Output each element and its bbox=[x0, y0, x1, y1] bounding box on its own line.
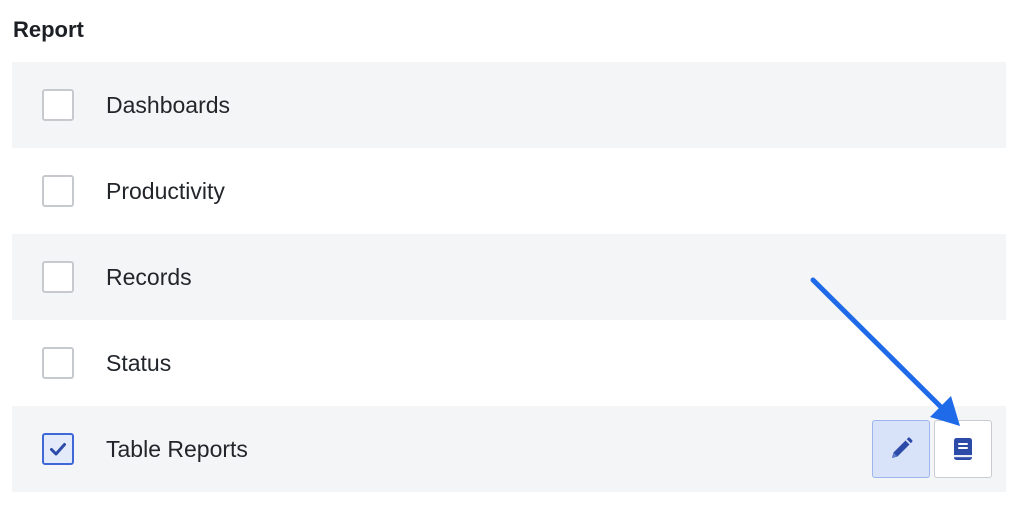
book-icon bbox=[954, 438, 972, 460]
checkbox-productivity[interactable] bbox=[42, 175, 74, 207]
checkbox-status[interactable] bbox=[42, 347, 74, 379]
item-label: Records bbox=[106, 264, 192, 290]
checkbox-records[interactable] bbox=[42, 261, 74, 293]
list-item-status[interactable]: Status bbox=[12, 320, 1006, 406]
section-title: Report bbox=[13, 17, 84, 42]
checkbox-table-reports[interactable] bbox=[42, 433, 74, 465]
report-list: Dashboards Productivity Records Status T… bbox=[12, 62, 1006, 492]
item-label: Productivity bbox=[106, 178, 225, 204]
list-item-dashboards[interactable]: Dashboards bbox=[12, 62, 1006, 148]
list-item-productivity[interactable]: Productivity bbox=[12, 148, 1006, 234]
item-label: Status bbox=[106, 350, 172, 376]
book-button[interactable] bbox=[934, 420, 992, 478]
item-label: Table Reports bbox=[106, 436, 248, 462]
list-item-records[interactable]: Records bbox=[12, 234, 1006, 320]
row-actions bbox=[872, 420, 992, 478]
item-label: Dashboards bbox=[106, 92, 231, 118]
edit-button[interactable] bbox=[872, 420, 930, 478]
checkbox-dashboards[interactable] bbox=[42, 89, 74, 121]
list-item-table-reports[interactable]: Table Reports bbox=[12, 406, 1006, 492]
checkmark-icon bbox=[50, 443, 66, 456]
pencil-icon bbox=[892, 437, 913, 458]
